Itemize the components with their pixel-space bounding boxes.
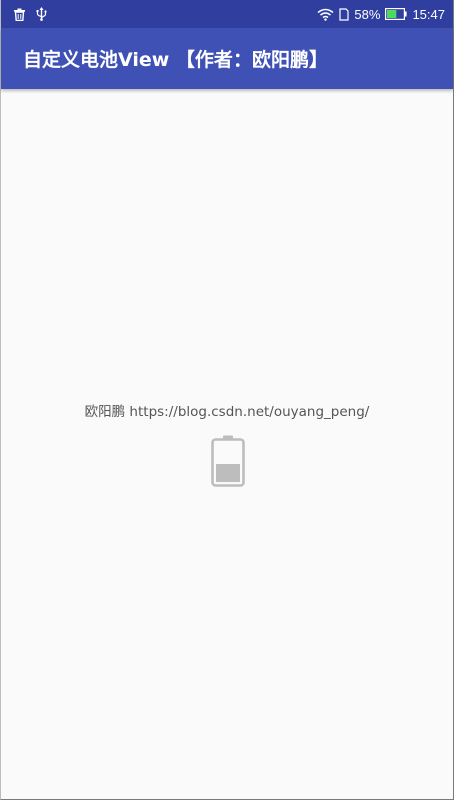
author-info-text: 欧阳鹏 https://blog.csdn.net/ouyang_peng/ — [84, 404, 370, 420]
battery-percent-text: 58% — [354, 6, 381, 22]
status-bar-left — [13, 7, 57, 21]
app-title: 自定义电池View 【作者：欧阳鹏】 — [23, 49, 328, 71]
app-screen: 58% 15:47 自定义电池View 【作者：欧阳鹏】 欧阳鹏 https:/… — [0, 0, 454, 800]
wifi-icon — [317, 8, 334, 21]
app-bar: 自定义电池View 【作者：欧阳鹏】 — [1, 28, 453, 89]
status-time: 15:47 — [412, 6, 445, 22]
status-bar-right: 58% 15:47 — [312, 7, 445, 22]
battery-icon — [385, 8, 408, 20]
battery-level-fill — [216, 464, 240, 482]
status-bar: 58% 15:47 — [1, 0, 453, 28]
trash-icon — [13, 8, 26, 21]
usb-icon — [36, 7, 47, 21]
main-content: 欧阳鹏 https://blog.csdn.net/ouyang_peng/ — [1, 89, 453, 799]
sim-icon — [339, 7, 350, 21]
custom-battery-view — [211, 435, 245, 487]
